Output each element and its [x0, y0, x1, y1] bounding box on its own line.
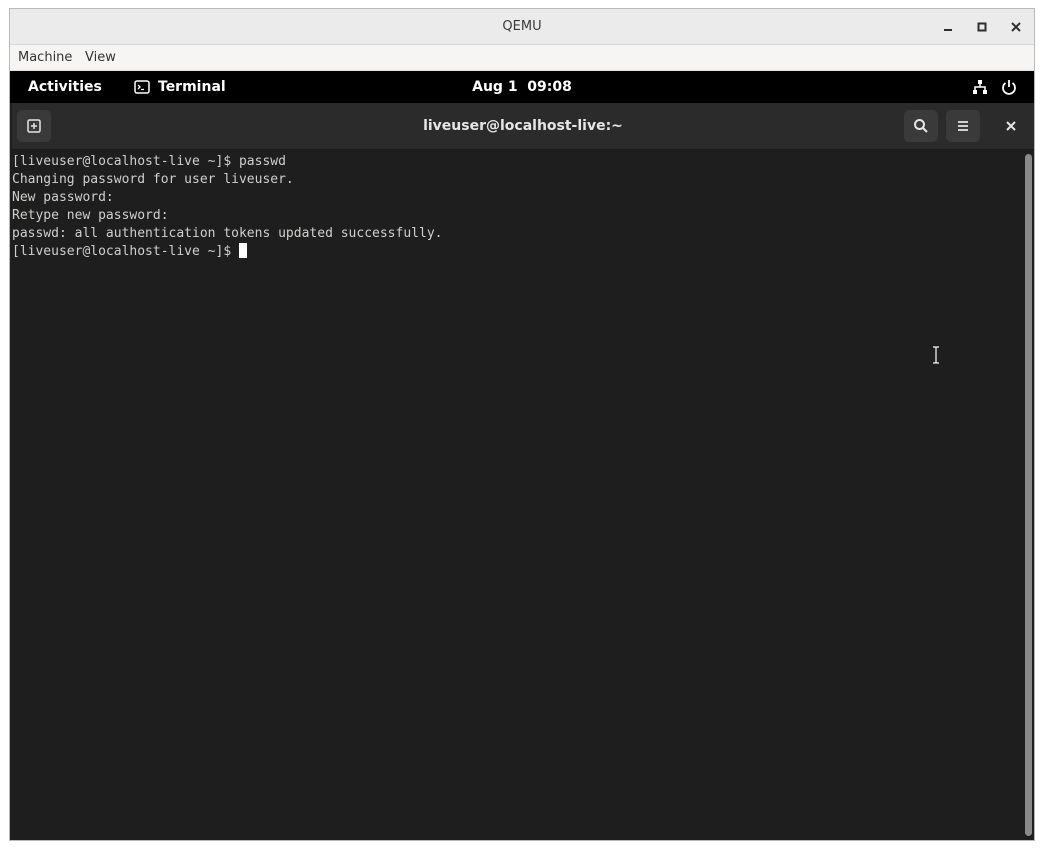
- qemu-window-title: QEMU: [502, 19, 542, 34]
- search-icon: [914, 119, 928, 133]
- app-menu[interactable]: Terminal: [134, 71, 226, 103]
- scrollbar[interactable]: [1022, 150, 1034, 840]
- network-icon[interactable]: [972, 79, 988, 95]
- ibeam-cursor-icon: [933, 346, 939, 364]
- qemu-window: QEMU Machine View Activities Terminal Au…: [9, 8, 1035, 841]
- terminal-header-bar[interactable]: liveuser@localhost-live:~: [12, 103, 1034, 150]
- maximize-button[interactable]: [970, 15, 994, 39]
- terminal-window: liveuser@localhost-live:~ [liveuser@loca…: [12, 103, 1034, 840]
- terminal-output: [liveuser@localhost-live ~]$ passwd Chan…: [12, 153, 442, 261]
- qemu-menubar: Machine View: [10, 45, 1034, 71]
- terminal-line: passwd: all authentication tokens update…: [12, 226, 443, 241]
- power-icon[interactable]: [1001, 79, 1017, 95]
- menu-machine[interactable]: Machine: [18, 45, 72, 71]
- minimize-icon: [944, 29, 952, 31]
- terminal-title: liveuser@localhost-live:~: [423, 118, 623, 134]
- text-cursor: [238, 243, 247, 258]
- new-tab-icon: [27, 119, 41, 133]
- app-menu-label: Terminal: [158, 79, 226, 95]
- terminal-icon: [134, 80, 150, 94]
- terminal-line: [liveuser@localhost-live ~]$ passwd: [12, 154, 286, 169]
- menu-view[interactable]: View: [85, 45, 116, 71]
- terminal-line: Retype new password:: [12, 208, 169, 223]
- maximize-icon: [977, 22, 987, 32]
- terminal-close-button[interactable]: [994, 110, 1028, 142]
- close-icon: [1006, 121, 1016, 131]
- close-icon: [1011, 22, 1021, 32]
- clock[interactable]: Aug 1 09:08: [472, 71, 572, 103]
- close-button[interactable]: [1004, 15, 1028, 39]
- terminal-line: New password:: [12, 190, 114, 205]
- terminal-line: Changing password for user liveuser.: [12, 172, 294, 187]
- search-button[interactable]: [904, 110, 938, 142]
- minimize-button[interactable]: [936, 15, 960, 39]
- hamburger-menu-button[interactable]: [946, 110, 980, 142]
- activities-button[interactable]: Activities: [28, 71, 102, 103]
- guest-display[interactable]: Activities Terminal Aug 1 09:08 liveuser…: [10, 71, 1034, 840]
- scrollbar-thumb[interactable]: [1025, 154, 1032, 836]
- qemu-titlebar[interactable]: QEMU: [10, 9, 1034, 45]
- new-tab-button[interactable]: [17, 110, 51, 142]
- hamburger-menu-icon: [958, 121, 968, 131]
- gnome-top-bar: Activities Terminal Aug 1 09:08: [10, 71, 1034, 103]
- terminal-body[interactable]: [liveuser@localhost-live ~]$ passwd Chan…: [12, 150, 1022, 840]
- terminal-prompt: [liveuser@localhost-live ~]$: [12, 244, 239, 259]
- terminal-prompt-line: [liveuser@localhost-live ~]$: [12, 243, 442, 261]
